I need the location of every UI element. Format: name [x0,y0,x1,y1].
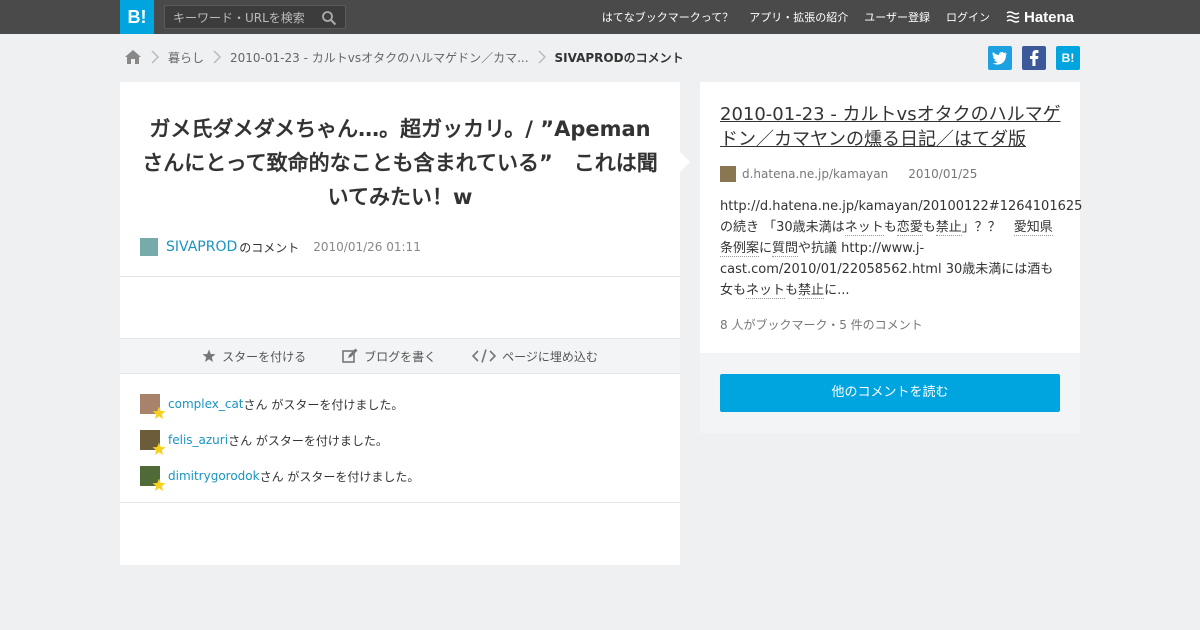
summary-text: 」？？ [961,220,1014,235]
entry-summary: http://d.hatena.ne.jp/kamayan/20100122#1… [720,196,1082,301]
star-icon [152,478,166,491]
hatena-bookmark-share-button[interactable]: B! [1056,46,1080,70]
avatar[interactable] [140,394,166,419]
site-favicon [720,166,736,182]
nav-apps[interactable]: アプリ・拡張の紹介 [749,9,848,25]
home-icon[interactable] [124,49,142,65]
twitter-icon [992,51,1007,65]
top-nav: はてなブックマークって？ アプリ・拡張の紹介 ユーザー登録 ログイン [602,0,990,34]
twitter-share-button[interactable] [988,46,1012,70]
entry-domain-link[interactable]: d.hatena.ne.jp/kamayan [742,167,888,181]
edit-icon [342,348,358,363]
entry-title-link[interactable]: 2010-01-23 - カルトvsオタクのハルマゲドン／カマヤンの燻る日記／は… [720,102,1065,152]
list-item: complex_cat さん がスターを付けました。 [140,394,660,419]
chevron-right-icon [213,50,222,64]
hatena-bookmark-logo[interactable]: B! [120,0,154,34]
comment-date: 2010/01/26 01:11 [313,240,421,254]
code-icon [472,349,497,363]
nav-login[interactable]: ログイン [946,9,990,25]
star-icon [202,349,216,362]
keyword-link[interactable]: 禁止 [798,283,825,299]
chevron-right-icon [537,50,546,64]
star-icon [152,442,166,455]
summary-text: も [922,220,936,235]
avatar[interactable] [140,430,166,455]
breadcrumb-current: SIVAPRODのコメント [554,50,684,65]
keyword-link[interactable]: ネット [844,220,884,236]
entry-meta: d.hatena.ne.jp/kamayan 2010/01/25 [720,166,977,182]
keyword-link[interactable]: 質問 [772,241,799,257]
facebook-share-button[interactable] [1022,46,1046,70]
star-user-link[interactable]: dimitrygorodok [168,469,260,483]
summary-text: に... [824,283,850,298]
entry-card: 2010-01-23 - カルトvsオタクのハルマゲドン／カマヤンの燻る日記／は… [700,82,1082,353]
keyword-link[interactable]: 恋愛 [896,220,923,236]
entry-date: 2010/01/25 [908,167,978,181]
comment-author-row: SIVAPROD のコメント 2010/01/26 01:11 [140,238,421,256]
star-icon [152,406,166,419]
breadcrumb-category[interactable]: 暮らし [168,49,204,66]
star-text: さん がスターを付けました。 [228,433,388,448]
divider [120,502,680,503]
star-user-link[interactable]: complex_cat [168,397,244,411]
hatena-logo-text: Hatena [1024,8,1075,26]
avatar[interactable] [140,238,158,256]
breadcrumb-entry[interactable]: 2010-01-23 - カルトvsオタクのハルマゲドン／カマ... [230,49,529,66]
comment-actions: スターを付ける ブログを書く ページに埋め込む [120,338,680,374]
comment-author-suffix: のコメント [239,240,300,255]
summary-text: も [785,283,799,298]
star-list: complex_cat さん がスターを付けました。 felis_azuri さ… [140,394,660,502]
breadcrumb: 暮らし 2010-01-23 - カルトvsオタクのハルマゲドン／カマ... S… [124,47,684,67]
read-other-comments-button[interactable]: 他のコメントを読む [720,374,1060,412]
embed-label: ページに埋め込む [502,349,598,364]
summary-text: に [759,241,773,256]
star-text: さん がスターを付けました。 [259,469,420,484]
top-bar: B! はてなブックマークって？ アプリ・拡張の紹介 ユーザー登録 ログイン Ha… [0,0,1200,34]
keyword-link[interactable]: 禁止 [935,220,962,236]
entry-stats-link[interactable]: 8 人がブックマーク・5 件のコメント [720,316,923,333]
search-input[interactable] [173,10,313,26]
chevron-right-icon [151,50,160,64]
comment-card: ガメ氏ダメダメちゃん…。超ガッカリ。/ ”Apemanさんにとって致命的なことも… [120,82,690,565]
avatar[interactable] [140,466,166,491]
embed-button[interactable]: ページに埋め込む [472,348,598,365]
entry-card-footer: 他のコメントを読む [700,353,1080,433]
list-item: dimitrygorodok さん がスターを付けました。 [140,466,660,491]
search-box[interactable] [164,5,346,29]
search-icon[interactable] [321,10,337,26]
comment-author-link[interactable]: SIVAPROD [166,239,237,255]
keyword-link[interactable]: ネット [746,283,786,299]
hatena-bookmark-share-label: B! [1061,51,1075,65]
divider [120,276,680,277]
facebook-icon [1030,50,1039,66]
write-blog-label: ブログを書く [364,349,437,364]
hatena-mark-icon [1006,11,1020,23]
list-item: felis_azuri さん がスターを付けました。 [140,430,660,455]
star-text: さん がスターを付けました。 [243,397,404,412]
add-star-label: スターを付ける [222,349,307,364]
write-blog-button[interactable]: ブログを書く [342,348,436,365]
star-user-link[interactable]: felis_azuri [168,433,228,447]
summary-text: も [883,220,897,235]
nav-register[interactable]: ユーザー登録 [864,9,930,25]
add-star-button[interactable]: スターを付ける [202,348,306,365]
comment-text: ガメ氏ダメダメちゃん…。超ガッカリ。/ ”Apemanさんにとって致命的なことも… [142,117,658,209]
nav-about[interactable]: はてなブックマークって？ [602,9,733,25]
hatena-logo[interactable]: Hatena [1006,8,1074,26]
